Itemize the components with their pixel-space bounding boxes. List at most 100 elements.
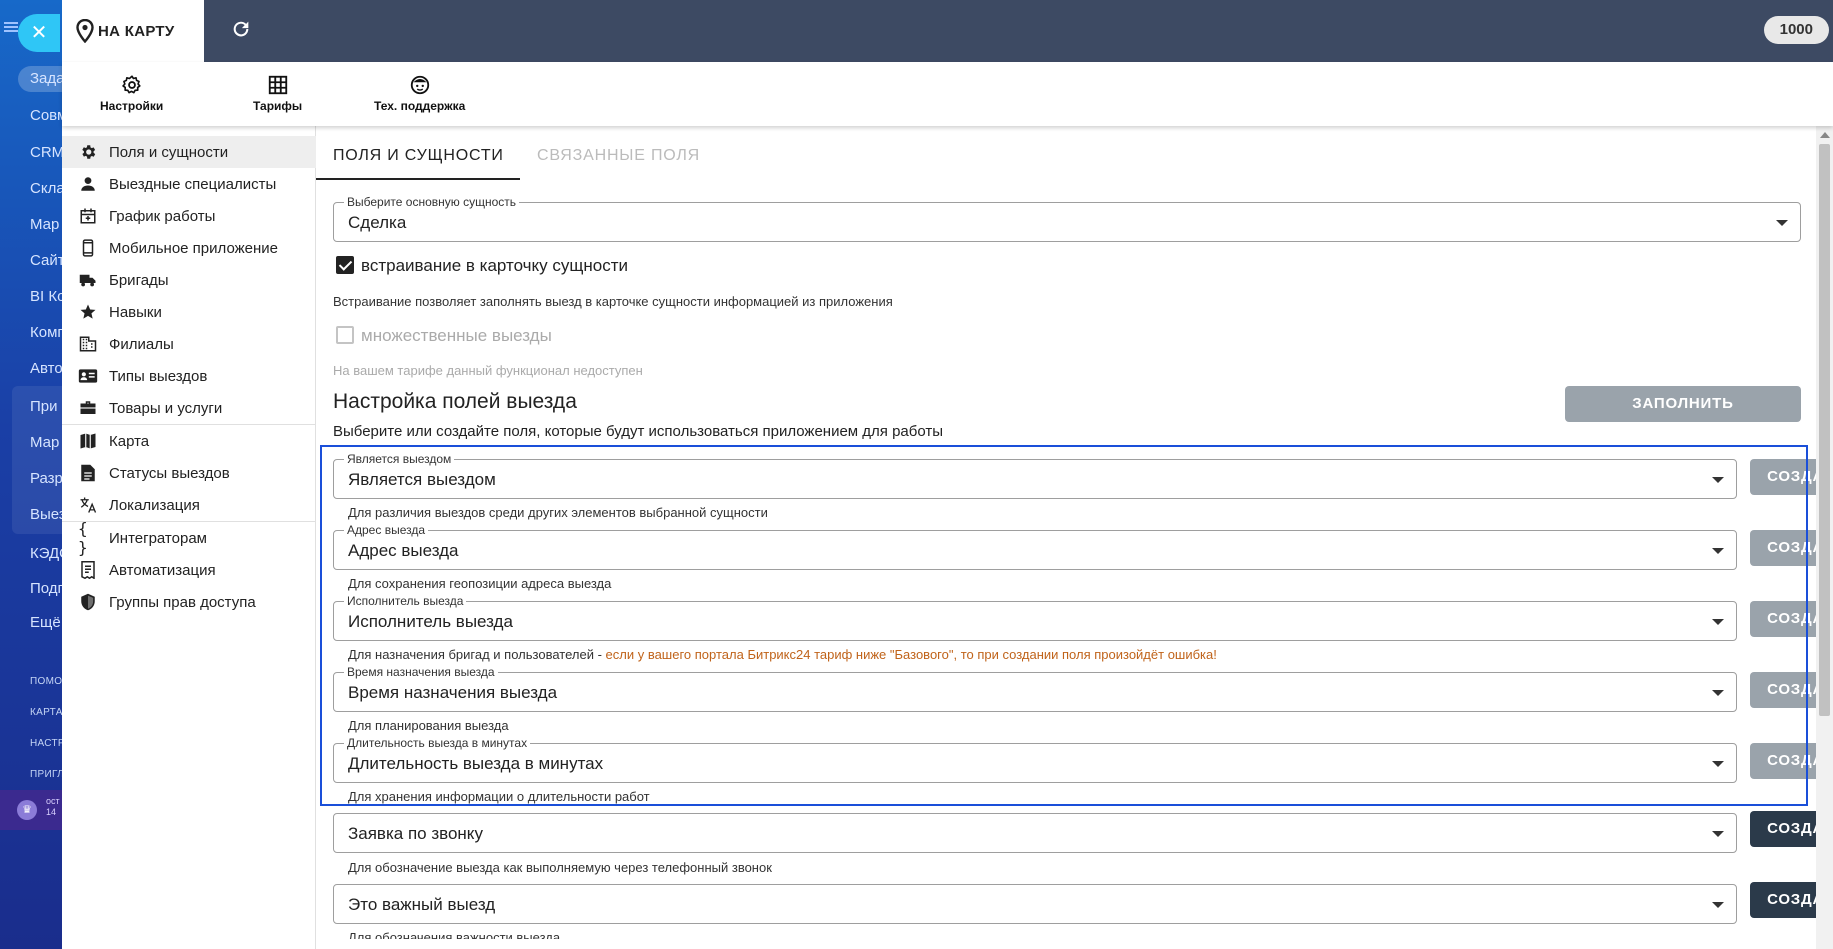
sidebar-item-specialists[interactable]: Выездные специалисты [62,168,316,200]
sidebar-item-label: Типы выездов [109,367,208,385]
field-select-value: Адрес выезда [348,541,459,560]
map-pin-icon [76,19,94,43]
topbar: НА КАРТУ 1000 [62,0,1833,62]
refresh-icon [233,21,249,37]
field-select[interactable]: Заявка по звонку [333,813,1737,853]
embed-hint: Встраивание позволяет заполнять выезд в … [333,294,893,309]
bitrix-menu-item[interactable]: Ещё [30,614,61,631]
sidebar-item-schedule[interactable]: График работы [62,200,316,232]
sidebar-item-branches[interactable]: Филиалы [62,328,316,360]
bitrix-license-row[interactable]: ♛ ост 14 [0,790,62,830]
tariff-warning: если у вашего портала Битрикс24 тариф ни… [605,647,1217,662]
sidebar-item-label: Поля и сущности [109,143,229,161]
tariffs-button[interactable]: Тарифы [253,74,302,113]
sidebar-item-statuses[interactable]: Статусы выездов [62,457,316,489]
bitrix-menu-item[interactable]: Подг [30,580,62,597]
id-card-icon [78,366,98,386]
field-select[interactable]: Это важный выезд [333,884,1737,924]
entity-select[interactable]: Выберите основную сущность Сделка [333,195,1801,242]
field-select[interactable]: Адрес выезда Адрес выезда [333,523,1737,570]
field-select-value: Является выездом [348,470,496,489]
balance-badge: 1000 [1763,16,1829,44]
field-hint: Для планирования выезда [348,718,509,733]
sidebar-item-localization[interactable]: Локализация [62,489,316,521]
scrollbar-thumb[interactable] [1819,144,1830,716]
bitrix-footer-item[interactable]: КАРТА [30,707,62,718]
sidebar-item-skills[interactable]: Навыки [62,296,316,328]
sidebar-item-label: Выездные специалисты [109,175,277,193]
field-select[interactable]: Длительность выезда в минутах Длительнос… [333,736,1737,783]
bitrix-menu-item[interactable]: КЭДО [30,545,62,562]
chevron-down-icon [1712,902,1724,908]
sidebar-item-label: Филиалы [109,335,174,353]
sidebar-item-label: Бригады [109,271,169,289]
autofill-button[interactable]: ЗАПОЛНИТЬ АВТОМАТИЧЕСКИ [1565,386,1801,448]
translate-icon [78,495,98,515]
embed-checkbox-label[interactable]: встраивание в карточку сущности [361,256,628,276]
menu-icon[interactable] [4,22,18,32]
section-title: Настройка полей выезда [333,390,577,413]
sidebar-item-brigades[interactable]: Бригады [62,264,316,296]
settings-label: Настройки [100,99,164,113]
content-scrollbar[interactable] [1816,126,1833,949]
bitrix-footer-item[interactable]: ПОМО [30,676,62,687]
bitrix-menu-item[interactable]: Зада [30,70,62,87]
settings-button[interactable]: Настройки [100,74,163,113]
bitrix-menu-item[interactable]: BI Ко [30,288,62,305]
sidebar-item-goods[interactable]: Товары и услуги [62,392,316,424]
crown-icon: ♛ [17,800,37,820]
sidebar-item-automation[interactable]: Автоматизация [62,554,316,586]
chevron-down-icon [1712,761,1724,767]
star-icon [78,302,98,322]
bitrix-menu-item[interactable]: При [30,398,58,415]
bitrix-menu-item[interactable]: Комг [30,324,62,341]
scroll-up-arrow-icon[interactable] [1820,132,1830,138]
close-icon: ✕ [30,22,48,44]
active-tab-indicator [316,178,520,180]
field-hint-text: Для назначения бригад и пользователей - [348,647,606,662]
close-slider-button[interactable]: ✕ [18,14,60,52]
truck-icon [78,270,98,290]
bitrix-menu-item[interactable]: Совм [30,107,62,124]
support-button[interactable]: Тех. поддержка [374,74,465,113]
bitrix-menu-item[interactable]: CRM [30,144,62,161]
app-logo[interactable]: НА КАРТУ [62,0,204,62]
sidebar-item-label: Локализация [109,496,200,514]
field-select-label: Адрес выезда [344,523,429,537]
bitrix-menu-item[interactable]: Скла [30,180,62,197]
bitrix-menu-item[interactable]: Авто [30,360,62,377]
chevron-down-icon [1712,831,1724,837]
bitrix-footer-item[interactable]: ПРИГЛ [30,769,62,780]
field-select-label: Исполнитель выезда [344,594,467,608]
sidebar-item-integrators[interactable]: { } Интеграторам [62,519,316,557]
sidebar-item-fields[interactable]: Поля и сущности [62,136,316,168]
field-select[interactable]: Исполнитель выезда Исполнитель выезда [333,594,1737,641]
chevron-down-icon [1712,690,1724,696]
bitrix-menu-item[interactable]: Мар [30,216,59,233]
embed-checkbox[interactable] [336,256,354,274]
bitrix-menu-item[interactable]: Выез [30,506,62,523]
sidebar-item-label: Товары и услуги [109,399,223,417]
tab-linked-fields[interactable]: СВЯЗАННЫЕ ПОЛЯ [537,147,700,165]
field-select-value: Это важный выезд [348,895,496,914]
field-hint: Для обозначения важности выезда [348,931,561,939]
bitrix-menu-item[interactable]: Сайт [30,252,62,269]
tabs-bar: ПОЛЯ И СУЩНОСТИ СВЯЗАННЫЕ ПОЛЯ [316,126,1816,182]
field-select[interactable]: Время назначения выезда Время назначения… [333,665,1737,712]
sidebar-item-map[interactable]: Карта [62,425,316,457]
field-hint: Для обозначение выезда как выполняемую ч… [348,860,772,875]
bitrix-footer-item[interactable]: НАСТР [30,738,62,749]
receipt-icon [78,560,98,580]
section-subtitle: Выберите или создайте поля, которые буду… [333,423,944,440]
refresh-button[interactable] [228,18,254,44]
support-label: Тех. поддержка [374,99,466,113]
map-icon [78,431,98,451]
bitrix-menu-item[interactable]: Мар [30,434,59,451]
sidebar-item-mobile-app[interactable]: Мобильное приложение [62,232,316,264]
sidebar-item-visit-types[interactable]: Типы выездов [62,360,316,392]
field-select[interactable]: Является выездом Является выездом [333,452,1737,499]
sidebar-item-label: График работы [109,207,216,225]
sidebar-item-access-groups[interactable]: Группы прав доступа [62,586,316,618]
bitrix-menu-item[interactable]: Разр [30,470,62,487]
tab-fields-and-entities[interactable]: ПОЛЯ И СУЩНОСТИ [333,147,504,165]
